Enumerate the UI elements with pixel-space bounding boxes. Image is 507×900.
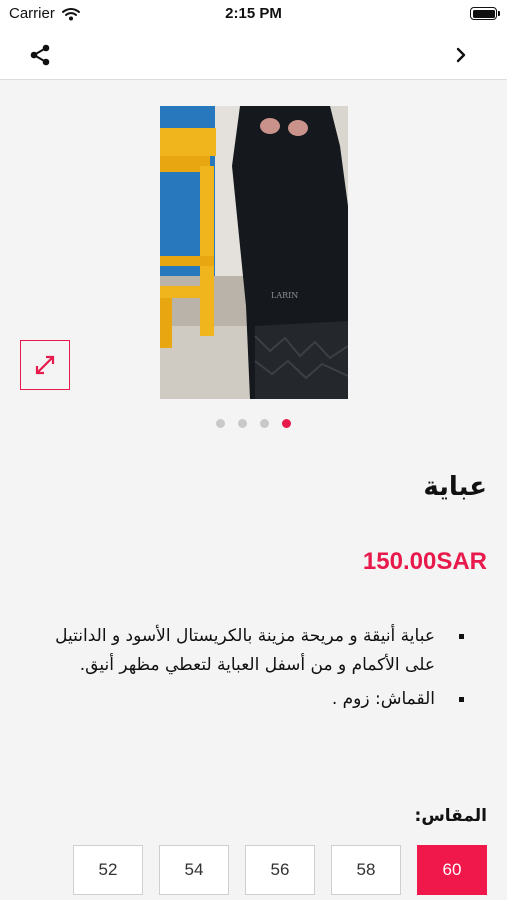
description-item: عباية أنيقة و مريحة مزينة بالكريستال الأ… <box>32 622 467 680</box>
page-dot[interactable] <box>260 419 269 428</box>
image-brand-text: LARIN <box>271 291 298 300</box>
size-option[interactable]: 54 <box>159 845 229 895</box>
size-option[interactable]: 56 <box>245 845 315 895</box>
description-item: القماش: زوم . <box>32 685 467 714</box>
expand-arrows-icon <box>35 355 55 375</box>
forward-button[interactable] <box>445 39 477 71</box>
share-icon <box>30 44 50 66</box>
size-option[interactable]: 58 <box>331 845 401 895</box>
navigation-bar <box>0 30 507 80</box>
page-dot[interactable] <box>238 419 247 428</box>
battery-icon <box>470 7 500 20</box>
image-pager <box>216 419 291 428</box>
page-dot[interactable] <box>216 419 225 428</box>
product-price: 150.00SAR <box>362 548 487 575</box>
size-option[interactable]: 60 <box>417 845 487 895</box>
status-bar: Carrier 2:15 PM <box>0 0 507 30</box>
product-image[interactable]: LARIN <box>160 106 348 399</box>
size-label: المقاس: <box>414 806 487 826</box>
product-title: عباية <box>423 472 487 502</box>
expand-image-button[interactable] <box>20 340 70 390</box>
share-button[interactable] <box>24 39 56 71</box>
page-dot[interactable] <box>282 419 291 428</box>
clock: 2:15 PM <box>225 5 282 22</box>
chevron-right-icon <box>456 47 466 63</box>
size-selector: 60 58 56 54 52 <box>73 845 487 895</box>
size-option[interactable]: 52 <box>73 845 143 895</box>
product-description: عباية أنيقة و مريحة مزينة بالكريستال الأ… <box>32 622 467 719</box>
